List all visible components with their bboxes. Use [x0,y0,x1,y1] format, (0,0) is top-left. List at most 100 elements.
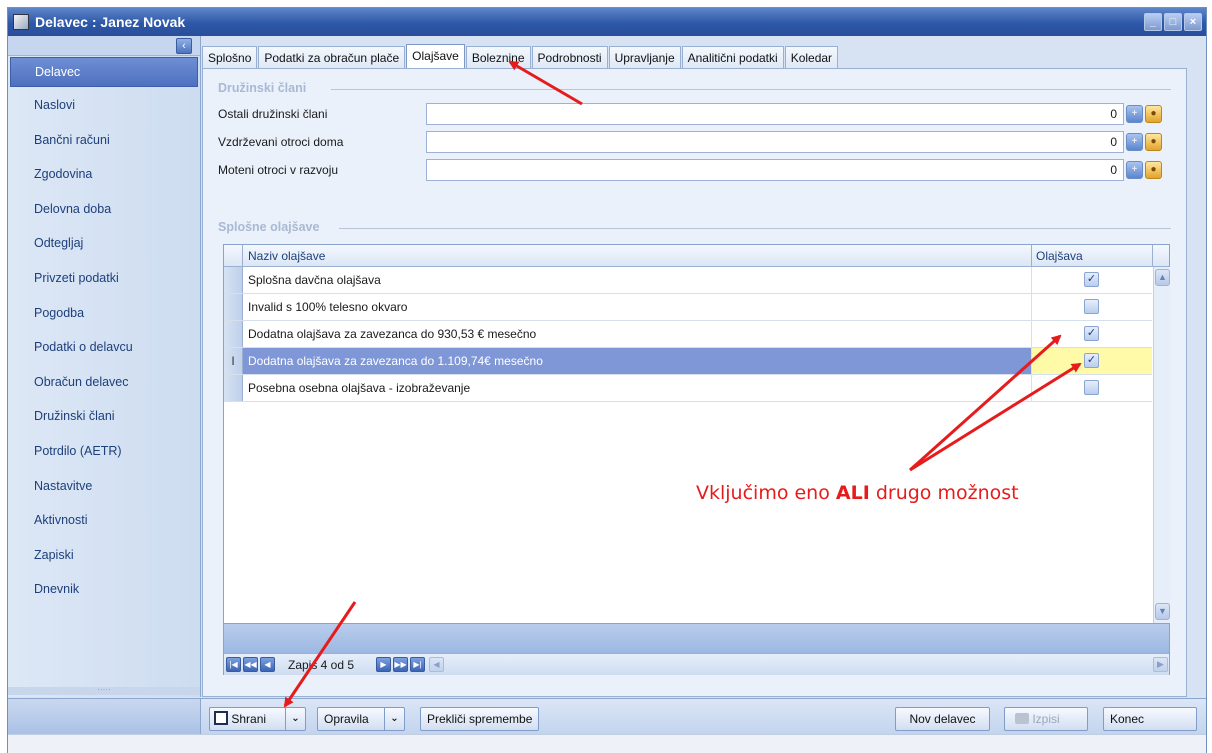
count-input[interactable]: 0 [426,103,1124,125]
table-row[interactable]: Posebna osebna olajšava - izobraževanje [224,375,1152,402]
close-button[interactable]: × [1184,13,1202,31]
relief-name: Posebna osebna olajšava - izobraževanje [248,381,471,395]
end-button[interactable]: Konec [1103,707,1197,731]
sidebar-item[interactable]: Družinski člani [8,399,200,434]
scroll-right-icon[interactable]: ▶ [1153,657,1168,672]
sidebar-item[interactable]: Obračun delavec [8,365,200,400]
minimize-button[interactable]: _ [1144,13,1162,31]
sidebar-item[interactable]: Delavec [10,57,198,87]
floppy-disk-icon [214,711,228,725]
row-indicator[interactable] [224,321,243,347]
add-icon[interactable]: + [1126,133,1143,151]
maximize-button[interactable]: □ [1164,13,1182,31]
sidebar-item[interactable]: Nastavitve [8,469,200,504]
sidebar-item[interactable]: Bančni računi [8,123,200,158]
tab[interactable]: Koledar [784,46,839,68]
sidebar-item[interactable]: Zapiski [8,538,200,573]
count-input[interactable]: 0 [426,159,1124,181]
table-row[interactable]: I Dodatna olajšava za zavezanca do 1.109,… [224,348,1152,375]
vertical-scrollbar[interactable]: ▲ ▼ [1153,267,1170,623]
prev-page-icon[interactable]: ◀◀ [243,657,258,672]
sidebar-item[interactable]: Dnevnik [8,572,200,607]
field-label: Vzdrževani otroci doma [218,135,344,149]
sidebar-header: ‹ [8,36,200,56]
cancel-changes-button[interactable]: Prekliči spremembe [420,707,540,731]
relief-name: Invalid s 100% telesno okvaro [248,300,408,314]
next-record-icon[interactable]: ▶ [376,657,391,672]
sidebar: ‹ Delavec Naslovi Bančni računi Zgodovina De… [8,36,201,697]
add-icon[interactable]: + [1126,161,1143,179]
person-lookup-icon[interactable]: ● [1145,161,1162,179]
record-counter: Zapis 4 od 5 [288,658,355,672]
first-record-icon[interactable]: |◀ [226,657,241,672]
annotation-after: drugo možnost [869,482,1019,504]
olajsave-panel: Družinski člani Ostali družinski člani 0 +… [202,68,1187,697]
chevron-down-icon[interactable]: ⌄ [285,708,305,730]
row-indicator[interactable] [224,375,243,401]
row-indicator[interactable]: I [224,348,243,374]
sidebar-item[interactable]: Pogodba [8,296,200,331]
tab[interactable]: Podrobnosti [531,46,608,68]
sidebar-item[interactable]: Podatki o delavcu [8,330,200,365]
scroll-up-icon[interactable]: ▲ [1155,269,1170,286]
new-worker-button[interactable]: Nov delavec [895,707,990,731]
grid-header: Naziv olajšave Olajšava [224,245,1169,267]
sidebar-item[interactable]: Delovna doba [8,192,200,227]
cell-separator [1031,267,1032,293]
add-icon[interactable]: + [1126,105,1143,123]
sidebar-item[interactable]: Odtegljaj [8,226,200,261]
checkbox-unchecked[interactable] [1084,380,1099,395]
sidebar-item[interactable]: Zgodovina [8,157,200,192]
scroll-left-icon[interactable]: ◀ [429,657,444,672]
scroll-down-icon[interactable]: ▼ [1155,603,1170,620]
tab[interactable]: Bolezni­ne [465,46,531,68]
reliefs-group-divider [339,228,1171,229]
sidebar-item[interactable]: Potrdilo (AETR) [8,434,200,469]
column-header-name[interactable]: Naziv olajšave [248,249,325,263]
person-lookup-icon[interactable]: ● [1145,105,1162,123]
table-row[interactable]: Splošna davčna olajšava ✓ [224,267,1152,294]
window-icon [13,14,29,30]
chevron-down-icon[interactable]: ⌄ [384,708,404,730]
row-indicator[interactable] [224,294,243,320]
annotation-bold: ALI [835,482,870,504]
last-record-icon[interactable]: ▶| [410,657,425,672]
sidebar-list: Delavec Naslovi Bančni računi Zgodovina Delo… [8,57,200,607]
tasks-button[interactable]: Opravila ⌄ [317,707,405,731]
tab[interactable]: Splošno [202,46,258,68]
column-header-relief[interactable]: Olajšava [1036,249,1083,263]
relief-name: Dodatna olajšava za zavezanca do 1.109,7… [248,354,543,368]
checkbox-checked[interactable]: ✓ [1084,326,1099,341]
checkbox-checked[interactable]: ✓ [1084,353,1099,368]
cell-separator [1031,348,1032,374]
sidebar-item[interactable]: Naslovi [8,88,200,123]
tab[interactable]: Olajšave [406,44,465,68]
record-navigator: |◀ ◀◀ ◀ Zapis 4 od 5 ▶ ▶▶ ▶| ◀ ▶ [224,653,1169,675]
checkbox-checked[interactable]: ✓ [1084,272,1099,287]
next-page-icon[interactable]: ▶▶ [393,657,408,672]
tab[interactable]: Podatki za obračun plače [258,46,406,68]
table-row[interactable]: Invalid s 100% telesno okvaro [224,294,1152,321]
field-label: Moteni otroci v razvoju [218,163,339,177]
sidebar-item[interactable]: Aktivnosti [8,503,200,538]
count-input[interactable]: 0 [426,131,1124,153]
person-lookup-icon[interactable]: ● [1145,133,1162,151]
bottom-toolbar: Shrani ⌄ Opravila ⌄ Prekliči spremembe N… [8,698,1206,735]
sidebar-resize-grip[interactable]: ····· [8,686,200,695]
prev-record-icon[interactable]: ◀ [260,657,275,672]
cell-separator [1031,321,1032,347]
tab[interactable]: Analitični podatki [681,46,784,68]
header-indicator-cell [224,245,243,267]
table-row[interactable]: Dodatna olajšava za zavezanca do 930,53 … [224,321,1152,348]
employee-window: Delavec : Janez Novak _ □ × ‹ Delavec Nas… [7,7,1207,753]
tab[interactable]: Upravljanje [608,46,681,68]
reliefs-group-label: Splošne olajšave [218,220,320,234]
family-group-divider [331,89,1171,90]
sidebar-item[interactable]: Privzeti podatki [8,261,200,296]
checkbox-unchecked[interactable] [1084,299,1099,314]
row-indicator[interactable] [224,267,243,293]
status-bar [8,734,1206,753]
save-button[interactable]: Shrani ⌄ [209,707,306,731]
header-separator [1031,245,1032,267]
collapse-sidebar-button[interactable]: ‹ [176,38,192,54]
